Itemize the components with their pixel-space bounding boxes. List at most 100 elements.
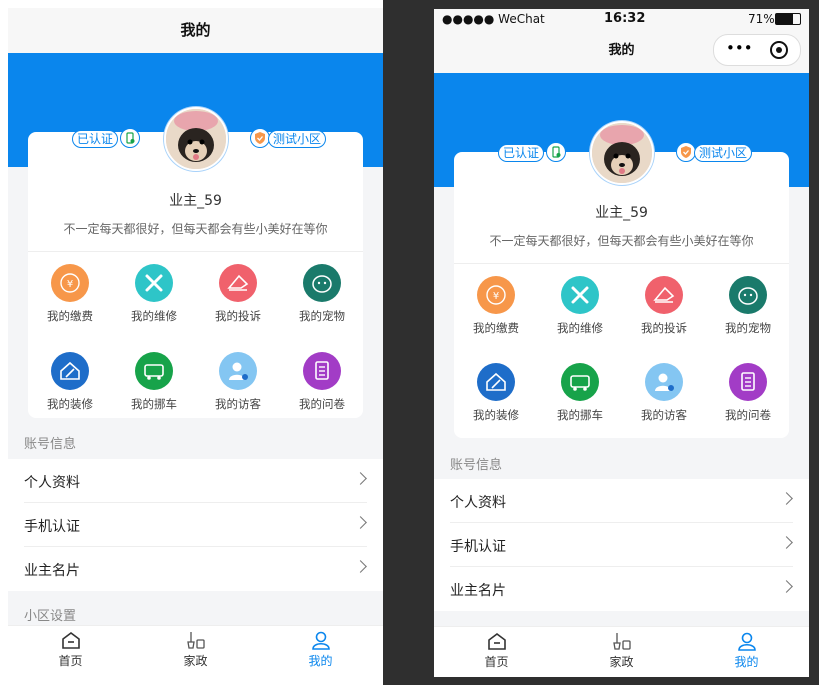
yen-payment-icon: ¥: [51, 264, 89, 302]
grid-item-complaint[interactable]: 我的投诉: [196, 264, 280, 324]
right-device-screen: ●●●●● WeChat 16:32 71% 我的 ••• 已认证 测试小区 业…: [434, 9, 809, 677]
card-divider: [454, 263, 789, 264]
grid-label: 我的问卷: [725, 408, 771, 422]
phone-verified-icon: [120, 128, 140, 148]
grid-item-pet[interactable]: 我的宠物: [280, 264, 364, 324]
tab-housekeeping[interactable]: 家政: [559, 631, 684, 670]
grid-item-pet[interactable]: 我的宠物: [706, 276, 790, 336]
chevron-right-icon: [354, 516, 367, 529]
row-label: 业主名片: [450, 583, 506, 599]
clock: 16:32: [604, 11, 646, 26]
username: 业主_59: [595, 205, 648, 221]
grid-item-questionnaire[interactable]: 我的问卷: [706, 363, 790, 423]
grid-item-questionnaire[interactable]: 我的问卷: [280, 352, 364, 412]
grid-item-payment[interactable]: ¥ 我的缴费: [454, 276, 538, 336]
yen-payment-icon: ¥: [477, 276, 515, 314]
close-circle-icon[interactable]: [770, 41, 788, 59]
pet-icon: [303, 264, 341, 302]
tab-label: 首页: [484, 655, 509, 669]
grid-item-renovation[interactable]: 我的装修: [454, 363, 538, 423]
grid-label: 我的挪车: [131, 397, 177, 411]
grid-item-repair[interactable]: 我的维修: [112, 264, 196, 324]
carrier-label: ●●●●● WeChat: [442, 12, 545, 26]
tools-repair-icon: [135, 264, 173, 302]
battery-icon: [775, 13, 801, 25]
chevron-right-icon: [354, 472, 367, 485]
car-move-icon: [135, 352, 173, 390]
grid-label: 我的缴费: [473, 321, 519, 335]
verified-label: 已认证: [503, 146, 540, 160]
community-section-title: 小区设置: [24, 609, 77, 624]
tab-label: 我的: [308, 654, 333, 668]
grid-item-car-move[interactable]: 我的挪车: [112, 352, 196, 412]
page-title: 我的: [8, 8, 383, 53]
row-label: 个人资料: [450, 495, 506, 511]
grid-item-complaint[interactable]: 我的投诉: [622, 276, 706, 336]
community-label: 测试小区: [699, 146, 748, 160]
tab-housekeeping[interactable]: 家政: [133, 630, 258, 669]
grid-item-visitor[interactable]: 我的访客: [196, 352, 280, 412]
tab-bar: 首页 家政 我的: [434, 626, 809, 677]
home-icon: [61, 632, 80, 649]
car-move-icon: [561, 363, 599, 401]
battery-percent: 71%: [748, 12, 775, 26]
community-badge[interactable]: 测试小区: [268, 130, 327, 148]
row-label: 手机认证: [450, 539, 506, 555]
housekeeping-icon: [186, 632, 205, 649]
house-renovation-icon: [477, 363, 515, 401]
miniprogram-capsule[interactable]: •••: [713, 34, 801, 66]
row-label: 个人资料: [24, 475, 80, 491]
community-badge[interactable]: 测试小区: [694, 144, 753, 162]
svg-text:¥: ¥: [67, 279, 73, 290]
grid-item-repair[interactable]: 我的维修: [538, 276, 622, 336]
avatar[interactable]: [164, 107, 228, 171]
tab-label: 家政: [183, 654, 208, 668]
questionnaire-icon: [729, 363, 767, 401]
row-phone-verify[interactable]: 手机认证: [8, 503, 383, 547]
tab-bar: 首页 家政 我的: [8, 625, 383, 676]
grid-label: 我的访客: [215, 397, 261, 411]
housekeeping-icon: [612, 633, 631, 650]
grid-label: 我的装修: [473, 408, 519, 422]
more-dots-icon[interactable]: •••: [726, 39, 753, 57]
grid-label: 我的宠物: [299, 309, 345, 323]
verified-badge[interactable]: 已认证: [498, 144, 545, 162]
grid-label: 我的装修: [47, 397, 93, 411]
grid-item-payment[interactable]: ¥ 我的缴费: [28, 264, 112, 324]
tools-repair-icon: [561, 276, 599, 314]
tab-mine[interactable]: 我的: [684, 631, 809, 670]
user-icon: [311, 631, 330, 650]
grid-label: 我的问卷: [299, 397, 345, 411]
complaint-icon: [219, 264, 257, 302]
grid-label: 我的投诉: [215, 309, 261, 323]
visitor-icon: [219, 352, 257, 390]
verified-badge[interactable]: 已认证: [72, 130, 119, 148]
motto-text: 不一定每天都很好，但每天都会有些小美好在等你: [489, 234, 754, 248]
community-label: 测试小区: [273, 132, 322, 146]
row-label: 业主名片: [24, 563, 80, 579]
left-simulator-screen: 我的 已认证 测试小区 业主_59 不一定每天都很好，但每天都会有些小美好在等你…: [8, 8, 383, 676]
avatar[interactable]: [590, 121, 654, 185]
row-owner-card[interactable]: 业主名片: [8, 547, 383, 591]
account-section-title: 账号信息: [24, 437, 77, 452]
grid-item-car-move[interactable]: 我的挪车: [538, 363, 622, 423]
account-section-title: 账号信息: [450, 458, 503, 473]
tab-mine[interactable]: 我的: [258, 630, 383, 669]
grid-item-visitor[interactable]: 我的访客: [622, 363, 706, 423]
row-phone-verify[interactable]: 手机认证: [434, 523, 809, 567]
grid-label: 我的挪车: [557, 408, 603, 422]
status-bar: ●●●●● WeChat 16:32 71%: [434, 9, 809, 29]
grid-label: 我的宠物: [725, 321, 771, 335]
tab-label: 我的: [734, 655, 759, 669]
tab-home[interactable]: 首页: [8, 630, 133, 669]
tab-home[interactable]: 首页: [434, 631, 559, 670]
tab-label: 首页: [58, 654, 83, 668]
row-owner-card[interactable]: 业主名片: [434, 567, 809, 611]
grid-label: 我的维修: [557, 321, 603, 335]
username: 业主_59: [169, 193, 222, 209]
motto-text: 不一定每天都很好，但每天都会有些小美好在等你: [63, 222, 328, 236]
row-personal-info[interactable]: 个人资料: [8, 459, 383, 503]
chevron-right-icon: [780, 580, 793, 593]
grid-item-renovation[interactable]: 我的装修: [28, 352, 112, 412]
row-personal-info[interactable]: 个人资料: [434, 479, 809, 523]
